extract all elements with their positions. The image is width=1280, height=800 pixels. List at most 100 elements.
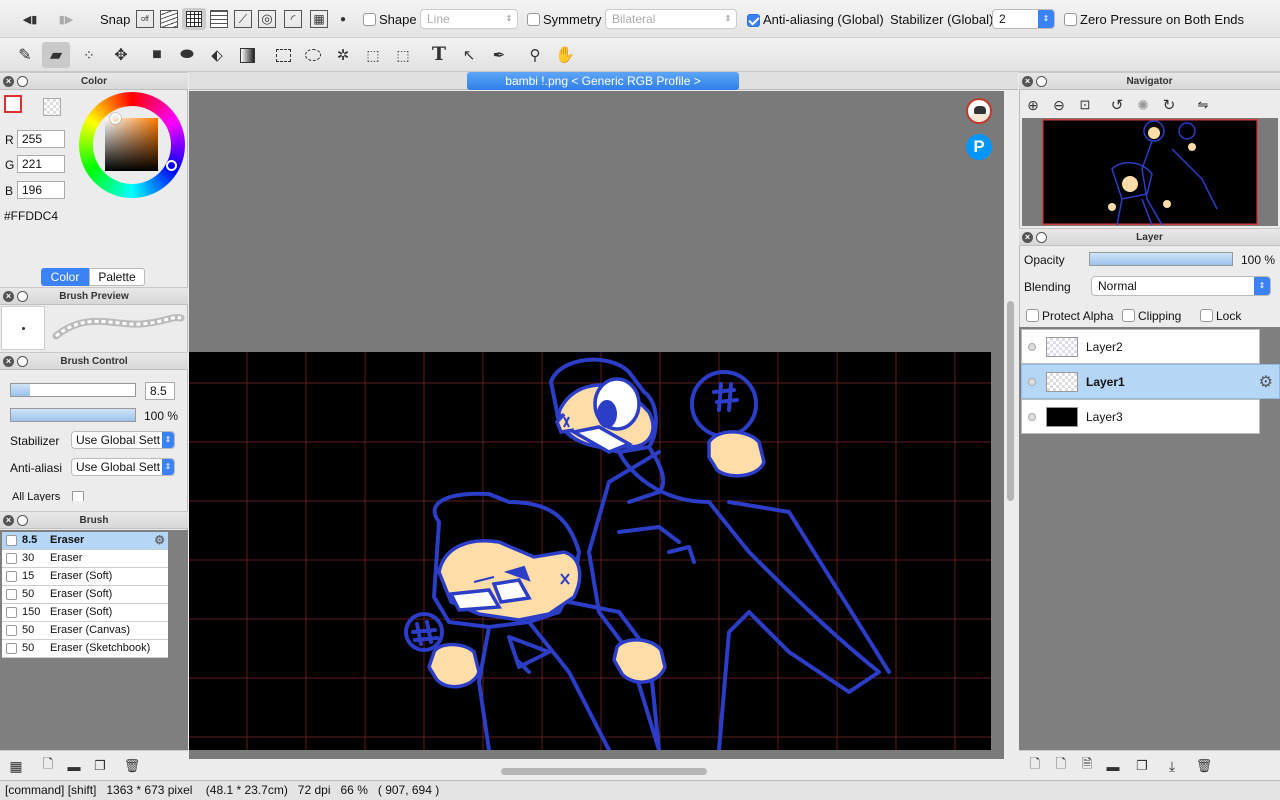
- layer-visibility-toggle[interactable]: [1028, 378, 1036, 386]
- background-color-swatch[interactable]: [43, 98, 61, 116]
- tab-palette[interactable]: Palette: [89, 268, 145, 286]
- folder-icon[interactable]: ▬: [66, 758, 82, 774]
- minimize-icon[interactable]: [17, 515, 28, 526]
- protect-alpha-checkbox[interactable]: [1026, 309, 1039, 322]
- symmetry-checkbox[interactable]: [527, 13, 540, 26]
- symmetry-select[interactable]: Bilateral ⇕: [605, 9, 737, 29]
- tab-color[interactable]: Color: [41, 268, 89, 286]
- magic-wand-icon[interactable]: ✲: [332, 44, 354, 66]
- avatar[interactable]: [966, 98, 992, 124]
- foreground-color-swatch[interactable]: [4, 95, 22, 113]
- close-icon[interactable]: ×: [1022, 232, 1033, 243]
- snap-radial-icon[interactable]: ⟋: [234, 10, 252, 28]
- brush-list-item[interactable]: 8.5 Eraser ⚙: [2, 532, 168, 550]
- minimize-icon[interactable]: [17, 291, 28, 302]
- new-brush-icon[interactable]: 🗋: [40, 756, 56, 774]
- minimize-icon[interactable]: [1036, 76, 1047, 87]
- canvas-scrollbar-vertical[interactable]: [1004, 91, 1018, 759]
- layer-row-layer1[interactable]: Layer1 ⚙: [1021, 364, 1280, 399]
- close-icon[interactable]: ×: [3, 291, 14, 302]
- brush-item-checkbox[interactable]: [6, 589, 17, 600]
- brush-size-slider[interactable]: [10, 383, 136, 397]
- snap-off-icon[interactable]: off: [136, 10, 154, 28]
- rotate-left-icon[interactable]: ↺: [1108, 96, 1126, 114]
- clipping-checkbox[interactable]: [1122, 309, 1135, 322]
- duplicate-layer-icon[interactable]: ❐: [1134, 758, 1150, 774]
- bucket-tool-icon[interactable]: ⬖: [206, 44, 228, 66]
- g-input[interactable]: 221: [17, 155, 65, 173]
- brush-list-item[interactable]: 150 Eraser (Soft): [2, 604, 168, 622]
- close-icon[interactable]: ×: [1022, 76, 1033, 87]
- eyedropper-tool-icon[interactable]: ⚲: [524, 44, 546, 66]
- rect-select-icon[interactable]: [272, 44, 294, 66]
- saturation-value-square[interactable]: [105, 118, 158, 171]
- brush-grid-icon[interactable]: ▦: [8, 758, 24, 774]
- new-layer-icon[interactable]: 🗋: [1027, 756, 1043, 774]
- brush-item-checkbox[interactable]: [6, 643, 17, 654]
- pixiv-icon[interactable]: P: [966, 134, 992, 160]
- close-icon[interactable]: ×: [3, 356, 14, 367]
- minimize-icon[interactable]: [17, 356, 28, 367]
- delete-layer-icon[interactable]: 🗑: [1196, 758, 1213, 774]
- close-icon[interactable]: ×: [3, 515, 14, 526]
- b-input[interactable]: 196: [17, 181, 65, 199]
- gear-icon[interactable]: ⚙: [154, 532, 165, 549]
- new-vector-layer-icon[interactable]: 🗋: [1053, 756, 1069, 774]
- new-folder-icon[interactable]: ▬: [1105, 758, 1121, 774]
- dot-tool-icon[interactable]: ⁘: [78, 44, 100, 66]
- snap-perspective-icon[interactable]: ▦: [310, 10, 328, 28]
- shape-select[interactable]: Line ⇕: [420, 9, 518, 29]
- merge-down-icon[interactable]: ⤓: [1164, 758, 1180, 774]
- stabilizer-select[interactable]: 2 ⇕: [992, 9, 1055, 29]
- hex-value[interactable]: #FFDDC4: [4, 209, 58, 223]
- hand-tool-icon[interactable]: ✋: [554, 44, 576, 66]
- gear-icon[interactable]: ⚙: [1259, 372, 1273, 392]
- brush-stabilizer-select[interactable]: Use Global Sett ⇕: [71, 431, 175, 449]
- snap-parallel-icon[interactable]: [160, 10, 178, 28]
- layer-visibility-toggle[interactable]: [1028, 413, 1036, 421]
- brush-item-checkbox[interactable]: [6, 553, 17, 564]
- trash-icon[interactable]: 🗑: [124, 758, 141, 774]
- select-pen-icon[interactable]: ⬚: [362, 44, 384, 66]
- rotate-right-icon[interactable]: ↻: [1160, 96, 1178, 114]
- rotate-reset-icon[interactable]: ✺: [1134, 96, 1152, 114]
- lasso-fill-icon[interactable]: ⬬: [176, 44, 198, 66]
- brush-list-item[interactable]: 50 Eraser (Canvas): [2, 622, 168, 640]
- brush-item-checkbox[interactable]: [6, 535, 17, 546]
- brush-item-checkbox[interactable]: [6, 625, 17, 636]
- redo-button[interactable]: ▮▶: [56, 10, 76, 28]
- all-layers-checkbox[interactable]: [72, 491, 84, 501]
- layer-row-layer3[interactable]: Layer3: [1021, 399, 1260, 434]
- snap-curve-icon[interactable]: ◜: [284, 10, 302, 28]
- minimize-icon[interactable]: [17, 76, 28, 87]
- antialias-checkbox[interactable]: [747, 14, 760, 28]
- zoom-out-icon[interactable]: ⊖: [1050, 96, 1068, 114]
- layer-row-layer2[interactable]: Layer2: [1021, 329, 1260, 364]
- undo-button[interactable]: ◀▮: [20, 10, 40, 28]
- layer-visibility-toggle[interactable]: [1028, 343, 1036, 351]
- lasso-select-icon[interactable]: [302, 44, 324, 66]
- brush-list-item[interactable]: 50 Eraser (Soft): [2, 586, 168, 604]
- new-layer-group-icon[interactable]: 🗎: [1079, 756, 1095, 774]
- move-tool-icon[interactable]: ✥: [110, 44, 132, 66]
- text-tool-icon[interactable]: T: [428, 43, 450, 65]
- blending-select[interactable]: Normal ⇕: [1091, 276, 1271, 296]
- navigator-thumbnail[interactable]: [1042, 119, 1258, 225]
- rectangle-fill-icon[interactable]: ■: [146, 44, 168, 66]
- drawing-canvas[interactable]: [189, 352, 991, 750]
- snap-concentric-icon[interactable]: ◎: [258, 10, 276, 28]
- minimize-icon[interactable]: [1036, 232, 1047, 243]
- brush-item-checkbox[interactable]: [6, 571, 17, 582]
- zoom-in-icon[interactable]: ⊕: [1024, 96, 1042, 114]
- duplicate-icon[interactable]: ❐: [92, 758, 108, 774]
- brush-antialias-select[interactable]: Use Global Sett ⇕: [71, 458, 175, 476]
- brush-list-item[interactable]: 15 Eraser (Soft): [2, 568, 168, 586]
- pen-tool-icon[interactable]: ✒: [488, 44, 510, 66]
- zero-pressure-checkbox[interactable]: [1064, 13, 1077, 26]
- snap-point-icon[interactable]: ●: [336, 12, 350, 26]
- select-eraser-icon[interactable]: ⬚: [392, 44, 414, 66]
- lock-checkbox[interactable]: [1200, 309, 1213, 322]
- brush-size-input[interactable]: 8.5: [145, 382, 175, 400]
- brush-list-item[interactable]: 30 Eraser: [2, 550, 168, 568]
- snap-grid-icon[interactable]: [182, 8, 206, 30]
